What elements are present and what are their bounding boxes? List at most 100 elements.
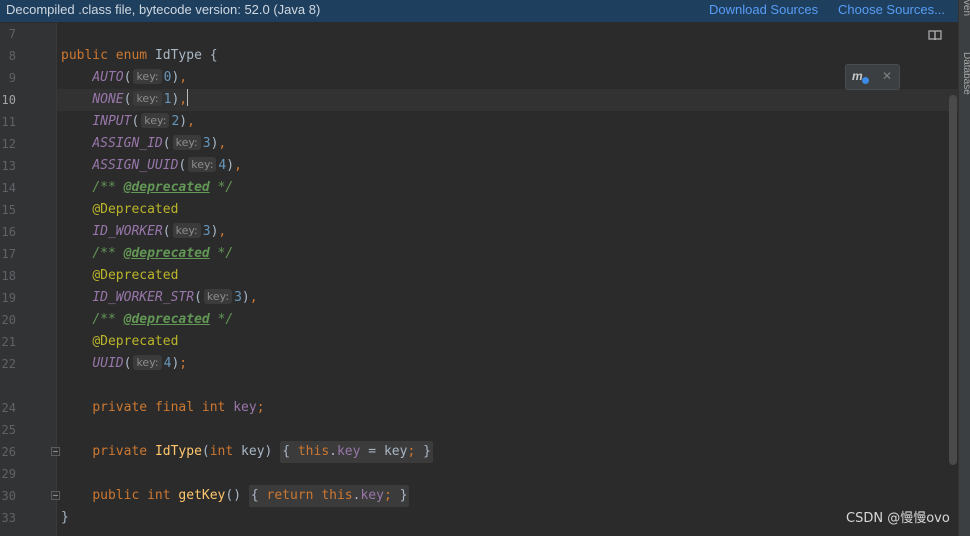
doc-comment-open: /** xyxy=(92,180,116,195)
code-line: @Deprecated xyxy=(61,265,178,287)
code-line: /** @deprecated */ xyxy=(61,243,233,265)
code-line: public int getKey() { return this.key; } xyxy=(61,485,410,507)
line-number: 12 xyxy=(1,137,16,151)
maven-tool-tab[interactable]: Maven xyxy=(961,0,970,16)
enum-constant: NONE xyxy=(92,92,124,107)
param-hint: key: xyxy=(141,113,170,128)
line-number: 15 xyxy=(1,203,16,217)
code-line: ID_WORKER_STR(key: 3), xyxy=(92,289,258,305)
decompiled-banner: Decompiled .class file, bytecode version… xyxy=(0,0,958,22)
doc-tag: @deprecated xyxy=(123,312,210,327)
vertical-scrollbar[interactable] xyxy=(949,95,957,465)
database-tool-tab[interactable]: Database xyxy=(961,52,970,95)
maven-reload-popup: m ✕ xyxy=(845,64,900,90)
keyword: return xyxy=(266,488,314,503)
keyword: enum xyxy=(115,48,148,63)
param-hint: key: xyxy=(133,91,162,106)
keyword: private xyxy=(92,444,148,459)
code-line: ASSIGN_UUID(key: 4), xyxy=(92,157,242,173)
code-line: UUID(key: 4); xyxy=(92,355,188,371)
code-line: /** @deprecated */ xyxy=(61,177,233,199)
field-name: key xyxy=(233,400,257,415)
line-number: 11 xyxy=(1,115,16,129)
line-number: 7 xyxy=(8,27,16,41)
line-number: 18 xyxy=(1,269,16,283)
keyword: final xyxy=(154,400,195,415)
code-line: public enum IdType { xyxy=(61,45,218,67)
fold-toggle-icon[interactable] xyxy=(51,447,60,456)
doc-comment-open: /** xyxy=(92,246,116,261)
doc-comment-open: /** xyxy=(92,312,116,327)
line-number: 14 xyxy=(1,181,16,195)
current-line-highlight xyxy=(57,89,958,111)
enum-constant: INPUT xyxy=(92,114,132,129)
watermark: CSDN @慢慢ovo xyxy=(846,511,950,526)
line-number: 29 xyxy=(1,467,16,481)
text-caret xyxy=(187,89,189,106)
enum-constant: ASSIGN_ID xyxy=(92,136,163,151)
line-number: 17 xyxy=(1,247,16,261)
line-number: 19 xyxy=(1,291,16,305)
brace: { xyxy=(209,48,218,63)
param-hint: key: xyxy=(203,289,233,304)
param-hint: key: xyxy=(172,223,201,238)
close-icon[interactable]: ✕ xyxy=(882,69,892,83)
line-number-current: 10 xyxy=(1,93,16,107)
line-number: 9 xyxy=(8,71,16,85)
number-literal: 0 xyxy=(163,70,172,85)
param-hint: key: xyxy=(188,157,217,172)
code-line: ASSIGN_ID(key: 3), xyxy=(92,135,227,151)
reload-icon[interactable] xyxy=(862,77,869,84)
fold-toggle-icon[interactable] xyxy=(51,491,60,500)
code-line: INPUT(key: 2), xyxy=(92,113,195,129)
folded-block[interactable]: { return this.key; } xyxy=(248,485,410,507)
keyword: int xyxy=(147,488,171,503)
number-literal: 3 xyxy=(202,136,211,151)
class-name: IdType xyxy=(154,48,202,63)
constructor-name: IdType xyxy=(154,444,202,459)
code-line: } xyxy=(61,507,69,529)
line-number: 26 xyxy=(1,445,16,459)
enum-constant: AUTO xyxy=(92,70,124,85)
code-editor[interactable]: 7 8 9 10 11 12 13 14 15 16 17 18 19 20 2… xyxy=(0,23,958,536)
doc-tag: @deprecated xyxy=(123,246,210,261)
field-name: key xyxy=(336,444,361,459)
download-sources-link[interactable]: Download Sources xyxy=(709,0,818,20)
keyword: this xyxy=(321,488,353,503)
line-number: 30 xyxy=(1,489,16,503)
line-number: 33 xyxy=(1,511,16,525)
code-line: private final int key; xyxy=(92,400,265,415)
number-literal: 4 xyxy=(218,158,227,173)
number-literal: 2 xyxy=(171,114,180,129)
line-number: 13 xyxy=(1,159,16,173)
enum-constant: ID_WORKER_STR xyxy=(92,290,195,305)
method-name: getKey xyxy=(178,488,226,503)
code-line: AUTO(key: 0), xyxy=(92,69,188,85)
code-line: @Deprecated xyxy=(61,331,178,353)
annotation: @Deprecated xyxy=(92,334,179,349)
folded-block[interactable]: { this.key = key; } xyxy=(280,441,433,463)
reader-mode-icon[interactable] xyxy=(928,29,942,41)
line-number: 16 xyxy=(1,225,16,239)
number-literal: 4 xyxy=(163,356,172,371)
line-number: 20 xyxy=(1,313,16,327)
param-hint: key: xyxy=(172,135,201,150)
annotation: @Deprecated xyxy=(92,268,179,283)
param-hint: key: xyxy=(133,69,162,84)
number-literal: 3 xyxy=(202,224,211,239)
keyword: private xyxy=(92,400,148,415)
line-number: 8 xyxy=(8,49,16,63)
keyword: int xyxy=(201,400,226,415)
line-number: 24 xyxy=(1,401,16,415)
right-tool-strip: Maven Database xyxy=(958,0,970,536)
choose-sources-link[interactable]: Choose Sources... xyxy=(838,0,945,20)
code-line: private IdType(int key) { this.key = key… xyxy=(61,441,433,463)
keyword: public xyxy=(92,488,140,503)
banner-message: Decompiled .class file, bytecode version… xyxy=(6,2,321,17)
code-line: ID_WORKER(key: 3), xyxy=(92,223,227,239)
number-literal: 3 xyxy=(234,290,242,305)
param-name: key xyxy=(383,444,408,459)
enum-constant: ID_WORKER xyxy=(92,224,163,239)
enum-constant: UUID xyxy=(92,356,124,371)
brace: } xyxy=(61,510,69,525)
